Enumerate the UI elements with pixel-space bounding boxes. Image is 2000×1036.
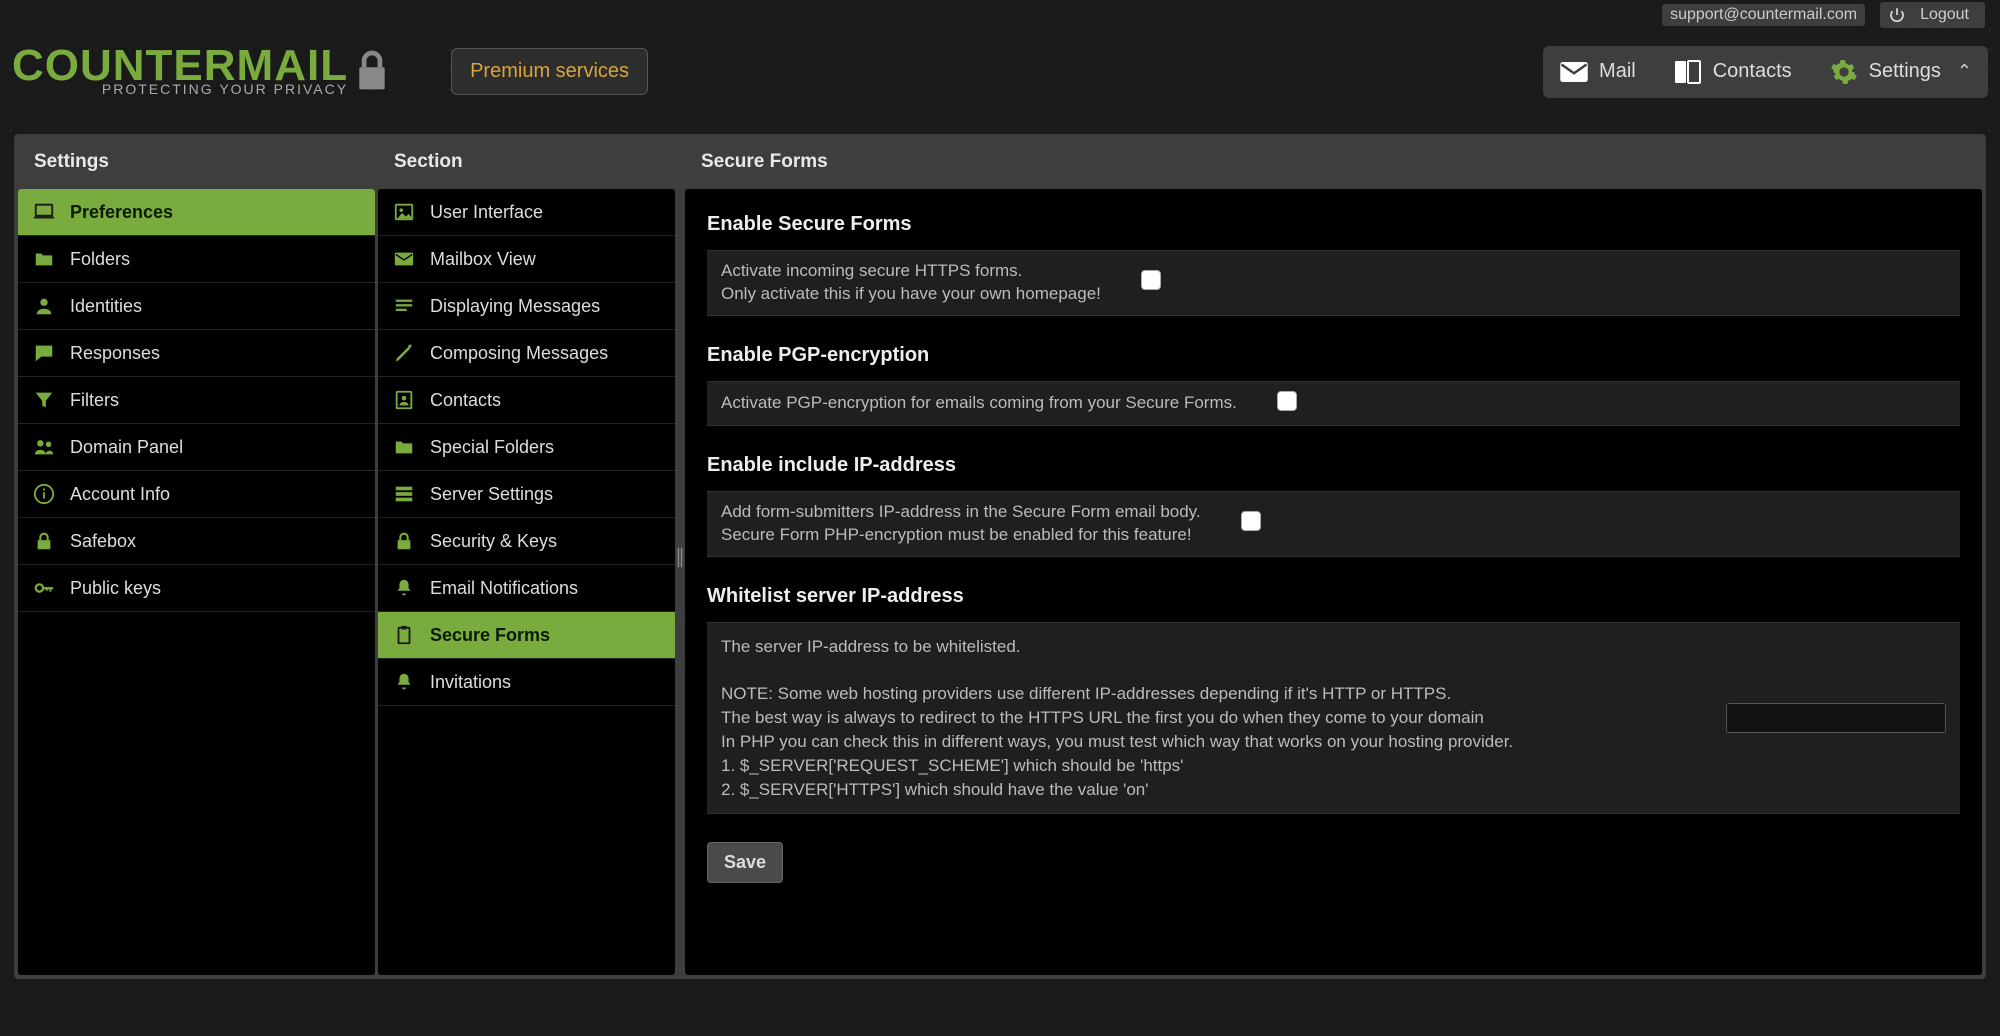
- bell-icon: [392, 576, 416, 600]
- info-icon: [32, 482, 56, 506]
- section-list: User Interface Mailbox View Displaying Mes…: [378, 189, 675, 975]
- gear-icon: [1829, 58, 1859, 86]
- settings-item-preferences[interactable]: Preferences: [18, 189, 375, 236]
- server-icon: [392, 482, 416, 506]
- chevron-up-icon: ⌃: [1957, 61, 1972, 82]
- lock-icon: [32, 529, 56, 553]
- support-link[interactable]: support@countermail.com: [1662, 4, 1865, 26]
- clipboard-icon: [392, 623, 416, 647]
- settings-item-label: Preferences: [70, 202, 173, 223]
- secure-forms-legend: Enable Secure Forms: [707, 213, 1960, 236]
- section-item-user-interface[interactable]: User Interface: [378, 189, 675, 236]
- settings-item-label: Domain Panel: [70, 437, 183, 458]
- ip-label: Add form-submitters IP-address in the Se…: [721, 501, 1201, 547]
- whitelist-legend: Whitelist server IP-address: [707, 585, 1960, 608]
- content-title: Secure Forms: [685, 138, 1982, 189]
- section-item-server-settings[interactable]: Server Settings: [378, 471, 675, 518]
- logo[interactable]: COUNTERMAIL PROTECTING YOUR PRIVACY: [12, 47, 391, 96]
- folder-icon: [392, 435, 416, 459]
- settings-column-title: Settings: [18, 138, 375, 189]
- logo-main: COUNTERMAIL: [12, 47, 348, 84]
- lock-icon: [392, 529, 416, 553]
- pgp-checkbox[interactable]: [1277, 391, 1297, 411]
- save-button[interactable]: Save: [707, 842, 783, 883]
- content-pane: Enable Secure Forms Activate incoming se…: [685, 189, 1982, 975]
- logout-button[interactable]: Logout: [1880, 2, 1985, 28]
- section-item-special-folders[interactable]: Special Folders: [378, 424, 675, 471]
- settings-item-folders[interactable]: Folders: [18, 236, 375, 283]
- logout-label: Logout: [1912, 4, 1977, 26]
- section-item-label: Contacts: [430, 390, 501, 411]
- image-icon: [392, 200, 416, 224]
- secure-forms-checkbox[interactable]: [1141, 270, 1161, 290]
- whitelist-text: The server IP-address to be whitelisted.…: [721, 635, 1696, 802]
- section-item-label: Email Notifications: [430, 578, 578, 599]
- settings-item-label: Folders: [70, 249, 130, 270]
- section-item-label: Composing Messages: [430, 343, 608, 364]
- power-icon: [1888, 6, 1906, 24]
- section-item-label: Server Settings: [430, 484, 553, 505]
- laptop-icon: [32, 200, 56, 224]
- nav-contacts-label: Contacts: [1713, 60, 1792, 83]
- mail-icon: [392, 247, 416, 271]
- people-icon: [32, 435, 56, 459]
- pgp-label: Activate PGP-encryption for emails comin…: [721, 392, 1237, 415]
- settings-item-label: Identities: [70, 296, 142, 317]
- settings-item-identities[interactable]: Identities: [18, 283, 375, 330]
- pencil-icon: [392, 341, 416, 365]
- contacts-icon: [1673, 58, 1703, 86]
- person-icon: [32, 294, 56, 318]
- secure-forms-label: Activate incoming secure HTTPS forms. On…: [721, 260, 1101, 306]
- ip-legend: Enable include IP-address: [707, 454, 1960, 477]
- section-item-label: Secure Forms: [430, 625, 550, 646]
- nav-contacts[interactable]: Contacts: [1667, 50, 1798, 94]
- settings-item-account-info[interactable]: Account Info: [18, 471, 375, 518]
- section-item-displaying-messages[interactable]: Displaying Messages: [378, 283, 675, 330]
- settings-item-filters[interactable]: Filters: [18, 377, 375, 424]
- settings-item-label: Safebox: [70, 531, 136, 552]
- section-item-label: Mailbox View: [430, 249, 536, 270]
- mail-icon: [1559, 58, 1589, 86]
- contact-icon: [392, 388, 416, 412]
- settings-item-safebox[interactable]: Safebox: [18, 518, 375, 565]
- settings-item-label: Public keys: [70, 578, 161, 599]
- premium-services-button[interactable]: Premium services: [451, 48, 648, 95]
- key-icon: [32, 576, 56, 600]
- nav-mail-label: Mail: [1599, 60, 1636, 83]
- section-column-title: Section: [378, 138, 675, 189]
- navbar: Mail Contacts Settings ⌃: [1543, 46, 1988, 98]
- lock-icon: [353, 48, 391, 96]
- settings-item-public-keys[interactable]: Public keys: [18, 565, 375, 612]
- pgp-legend: Enable PGP-encryption: [707, 344, 1960, 367]
- column-splitter[interactable]: ∥: [675, 138, 685, 975]
- settings-item-responses[interactable]: Responses: [18, 330, 375, 377]
- section-item-email-notifications[interactable]: Email Notifications: [378, 565, 675, 612]
- bell-icon: [392, 670, 416, 694]
- section-item-label: Invitations: [430, 672, 511, 693]
- nav-settings-label: Settings: [1869, 60, 1941, 83]
- section-item-secure-forms[interactable]: Secure Forms: [378, 612, 675, 659]
- nav-settings[interactable]: Settings ⌃: [1823, 50, 1978, 94]
- section-item-label: Displaying Messages: [430, 296, 600, 317]
- section-item-label: User Interface: [430, 202, 543, 223]
- nav-mail[interactable]: Mail: [1553, 50, 1642, 94]
- settings-item-label: Responses: [70, 343, 160, 364]
- section-item-composing-messages[interactable]: Composing Messages: [378, 330, 675, 377]
- lines-icon: [392, 294, 416, 318]
- section-item-label: Security & Keys: [430, 531, 557, 552]
- section-item-mailbox-view[interactable]: Mailbox View: [378, 236, 675, 283]
- section-item-contacts[interactable]: Contacts: [378, 377, 675, 424]
- settings-item-label: Filters: [70, 390, 119, 411]
- settings-item-label: Account Info: [70, 484, 170, 505]
- filter-icon: [32, 388, 56, 412]
- whitelist-input[interactable]: [1726, 703, 1946, 733]
- section-item-security-keys[interactable]: Security & Keys: [378, 518, 675, 565]
- folder-icon: [32, 247, 56, 271]
- section-item-invitations[interactable]: Invitations: [378, 659, 675, 706]
- settings-item-domain-panel[interactable]: Domain Panel: [18, 424, 375, 471]
- settings-list: Preferences Folders Identities Responses Fil…: [18, 189, 375, 975]
- ip-checkbox[interactable]: [1241, 511, 1261, 531]
- chat-icon: [32, 341, 56, 365]
- section-item-label: Special Folders: [430, 437, 554, 458]
